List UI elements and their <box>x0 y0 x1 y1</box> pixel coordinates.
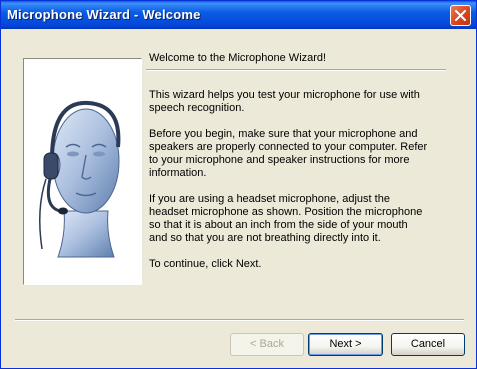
wizard-window: Microphone Wizard - Welcome Welcome to t… <box>0 0 477 369</box>
headset-paragraph: If you are using a headset microphone, a… <box>149 193 423 244</box>
cancel-button[interactable]: Cancel <box>391 333 465 356</box>
close-icon <box>455 10 466 21</box>
title-bar[interactable]: Microphone Wizard - Welcome <box>1 1 476 29</box>
footer-divider <box>15 319 464 321</box>
close-button[interactable] <box>450 5 471 26</box>
next-button[interactable]: Next > <box>308 333 383 356</box>
window-title: Microphone Wizard - Welcome <box>7 7 201 22</box>
wizard-heading: Welcome to the Microphone Wizard! <box>149 52 327 64</box>
headset-head-illustration <box>39 100 121 258</box>
continue-paragraph: To continue, click Next. <box>149 258 262 270</box>
illustration-panel <box>23 58 142 285</box>
intro-paragraph: This wizard helps you test your micropho… <box>149 89 420 114</box>
back-button[interactable]: < Back <box>230 333 304 356</box>
connection-paragraph: Before you begin, make sure that your mi… <box>149 128 428 179</box>
heading-divider <box>146 69 446 71</box>
wizard-description: This wizard helps you test your micropho… <box>149 89 461 284</box>
